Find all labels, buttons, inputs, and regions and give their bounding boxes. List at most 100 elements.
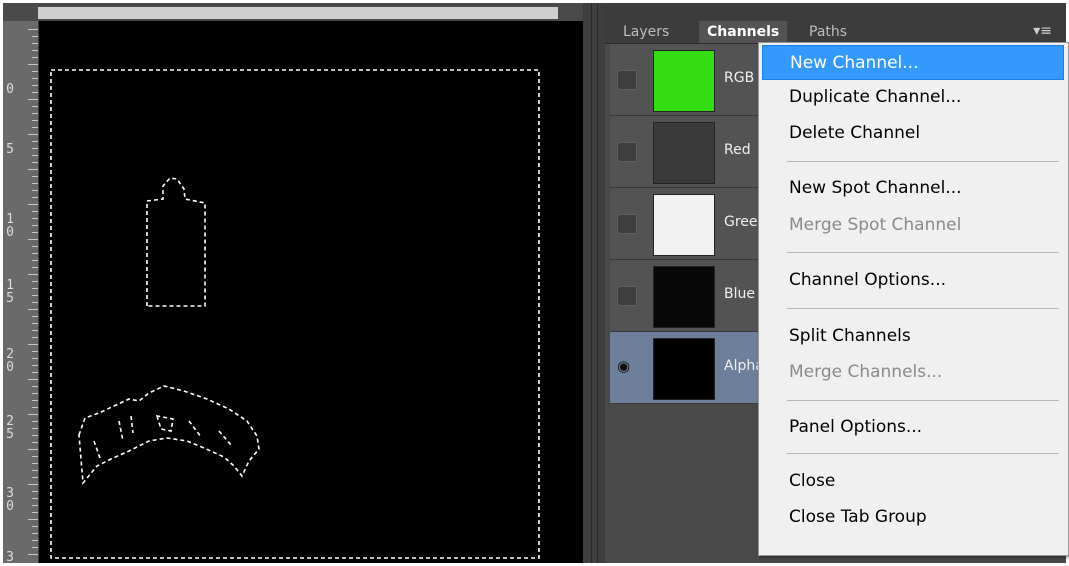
ruler-tick	[28, 274, 38, 275]
menu-item-channel-options[interactable]: Channel Options...	[762, 263, 1064, 298]
ruler-tick	[32, 435, 38, 436]
menu-item-panel-options[interactable]: Panel Options...	[762, 410, 1064, 445]
ruler-tick	[32, 211, 38, 212]
ruler-tick	[28, 64, 38, 65]
menu-separator	[787, 308, 1059, 309]
menu-item-close-tab-group[interactable]: Close Tab Group	[762, 500, 1064, 535]
ruler-tick	[32, 323, 38, 324]
ruler-tick	[32, 127, 38, 128]
ruler-tick	[32, 428, 38, 429]
ruler-tick	[32, 176, 38, 177]
ruler-tick	[32, 547, 38, 548]
menu-item-new-channel[interactable]: New Channel...	[762, 45, 1064, 80]
channel-name: Red	[724, 142, 751, 158]
menu-item-merge-spot-channel: Merge Spot Channel	[789, 215, 962, 235]
vertical-ruler[interactable]: 0 5 10 15 20 25 30 3	[3, 21, 39, 563]
ruler-tick	[32, 85, 38, 86]
menu-separator	[787, 252, 1059, 253]
ruler-tick	[28, 204, 38, 205]
ruler-tick	[32, 533, 38, 534]
ruler-label-35: 3	[6, 550, 14, 563]
channel-name: RGB	[724, 70, 755, 86]
menu-separator	[787, 161, 1059, 162]
ruler-tick	[28, 239, 38, 240]
ruler-tick	[32, 218, 38, 219]
ruler-label-25: 25	[6, 414, 14, 442]
ruler-tick	[32, 442, 38, 443]
visibility-toggle[interactable]	[617, 214, 637, 234]
channels-context-menu: New Channel... Duplicate Channel... Delete…	[758, 42, 1069, 556]
visibility-toggle[interactable]	[617, 286, 637, 306]
ruler-tick	[32, 330, 38, 331]
eye-icon[interactable]: ◉	[617, 357, 630, 375]
ruler-label-20: 20	[6, 347, 14, 375]
divider-line	[597, 3, 598, 563]
ruler-tick	[32, 295, 38, 296]
ruler-tick	[32, 351, 38, 352]
ruler-tick	[32, 141, 38, 142]
ruler-tick	[32, 162, 38, 163]
ruler-tick	[32, 421, 38, 422]
ruler-tick	[32, 393, 38, 394]
panel-divider[interactable]	[583, 3, 605, 563]
menu-item-duplicate-channel[interactable]: Duplicate Channel...	[762, 80, 1064, 115]
bottle-selection-outline	[146, 177, 206, 307]
ruler-tick	[32, 92, 38, 93]
tab-paths[interactable]: Paths	[801, 21, 855, 43]
ruler-tick	[32, 337, 38, 338]
panel-tabbar: Layers Channels Paths ▾≡	[605, 3, 1066, 44]
ruler-tick	[32, 386, 38, 387]
tab-channels[interactable]: Channels	[699, 21, 788, 43]
ruler-tick	[32, 498, 38, 499]
channel-thumbnail	[653, 194, 715, 256]
menu-item-new-spot-channel[interactable]: New Spot Channel...	[762, 171, 1064, 206]
menu-item-split-channels[interactable]: Split Channels	[762, 319, 1064, 354]
ruler-tick	[32, 358, 38, 359]
ruler-tick	[32, 407, 38, 408]
ruler-tick	[32, 190, 38, 191]
channel-thumbnail	[653, 50, 715, 112]
menu-separator	[787, 400, 1059, 401]
ruler-tick	[28, 309, 38, 310]
document-canvas[interactable]	[39, 21, 583, 563]
ruler-tick	[28, 449, 38, 450]
ruler-tick	[28, 414, 38, 415]
ruler-tick	[32, 183, 38, 184]
ruler-tick	[32, 57, 38, 58]
horizontal-ruler[interactable]	[3, 3, 583, 22]
ruler-label-30: 30	[6, 486, 14, 514]
ruler-label-15: 15	[6, 278, 14, 306]
ruler-tick	[32, 43, 38, 44]
divider-line	[591, 3, 592, 563]
ruler-tick	[32, 148, 38, 149]
ruler-tick	[32, 540, 38, 541]
menu-item-delete-channel[interactable]: Delete Channel	[762, 116, 1064, 151]
ruler-tick	[32, 253, 38, 254]
ruler-tick	[32, 281, 38, 282]
ruler-tick	[32, 113, 38, 114]
channel-name: Blue	[724, 286, 755, 302]
ruler-tick	[32, 316, 38, 317]
ruler-tick	[32, 78, 38, 79]
ruler-tick	[32, 505, 38, 506]
ruler-tick	[32, 71, 38, 72]
visibility-toggle[interactable]	[617, 70, 637, 90]
panel-menu-icon[interactable]: ▾≡	[1033, 23, 1052, 39]
channel-thumbnail	[653, 338, 715, 400]
document-selection-outline	[50, 69, 540, 559]
ruler-tick	[28, 484, 38, 485]
ruler-tick	[28, 29, 38, 30]
ruler-tick	[32, 232, 38, 233]
ruler-tick	[32, 512, 38, 513]
channel-thumbnail	[653, 266, 715, 328]
ruler-tick	[32, 155, 38, 156]
ruler-tick	[32, 225, 38, 226]
tab-layers[interactable]: Layers	[615, 21, 677, 43]
menu-item-merge-channels: Merge Channels...	[789, 362, 943, 382]
ruler-tick	[32, 302, 38, 303]
visibility-toggle[interactable]	[617, 142, 637, 162]
menu-item-close[interactable]: Close	[762, 464, 1064, 499]
ruler-tick	[32, 456, 38, 457]
channel-thumbnail	[653, 122, 715, 184]
ruler-tick	[32, 50, 38, 51]
